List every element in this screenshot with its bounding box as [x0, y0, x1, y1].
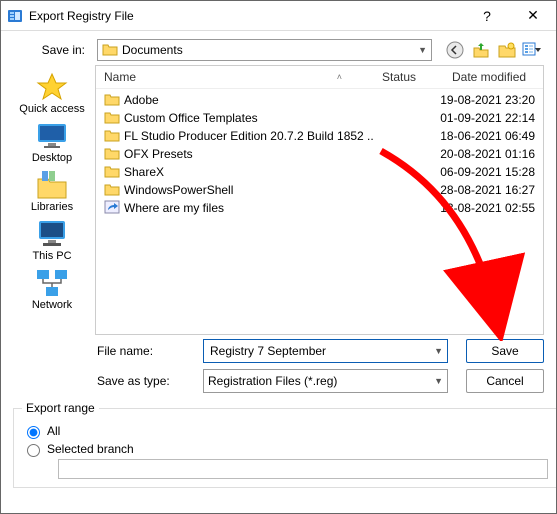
file-name: ShareX — [124, 165, 164, 179]
folder-icon — [104, 128, 120, 145]
range-selected-label: Selected branch — [47, 442, 134, 456]
file-name: WindowsPowerShell — [124, 183, 233, 197]
file-row[interactable]: Custom Office Templates 01-09-2021 22:14 — [104, 109, 535, 127]
back-button[interactable] — [444, 40, 466, 60]
file-name: OFX Presets — [124, 147, 193, 161]
place-label: Network — [32, 299, 72, 311]
help-button[interactable]: ? — [464, 1, 510, 31]
file-list-body[interactable]: Adobe 19-08-2021 23:20 Custom Office Templ… — [96, 89, 543, 334]
uplevel-button[interactable] — [470, 40, 492, 60]
column-date[interactable]: Date modified — [452, 70, 543, 84]
file-row[interactable]: OFX Presets 20-08-2021 01:16 — [104, 145, 535, 163]
export-registry-dialog: Export Registry File ? ✕ Save in: Docume… — [0, 0, 557, 514]
branch-input[interactable] — [58, 459, 548, 479]
newfolder-button[interactable] — [496, 40, 518, 60]
sort-indicator-icon: ˄ — [337, 72, 382, 82]
file-name: Adobe — [124, 93, 159, 107]
file-row[interactable]: WindowsPowerShell 28-08-2021 16:27 — [104, 181, 535, 199]
chevron-down-icon: ▼ — [434, 346, 443, 356]
folder-icon — [102, 42, 118, 59]
navigation-toolbar — [438, 40, 544, 60]
place-label: Quick access — [19, 103, 84, 115]
place-label: Libraries — [31, 201, 73, 213]
export-range-legend: Export range — [22, 401, 99, 415]
file-name: FL Studio Producer Edition 20.7.2 Build … — [124, 129, 373, 143]
folder-icon — [104, 146, 120, 163]
filename-input[interactable] — [208, 344, 434, 358]
saveastype-value: Registration Files (*.reg) — [208, 374, 337, 388]
filename-label: File name: — [97, 344, 197, 358]
folder-icon — [104, 182, 120, 199]
file-date: 13-08-2021 02:55 — [440, 201, 535, 215]
file-list-header: Name˄ Status Date modified — [96, 66, 543, 89]
column-status[interactable]: Status — [382, 70, 452, 84]
file-row[interactable]: Where are my files 13-08-2021 02:55 — [104, 199, 535, 217]
savein-label: Save in: — [13, 43, 91, 57]
place-star[interactable]: Quick access — [13, 69, 91, 117]
savein-value: Documents — [122, 43, 183, 57]
place-thispc[interactable]: This PC — [13, 216, 91, 264]
file-row[interactable]: FL Studio Producer Edition 20.7.2 Build … — [104, 127, 535, 145]
place-network[interactable]: Network — [13, 265, 91, 313]
file-date: 28-08-2021 16:27 — [440, 183, 535, 197]
viewmenu-button[interactable] — [522, 40, 544, 60]
export-range-group: Export range All Selected branch — [13, 401, 557, 488]
range-all-radio[interactable] — [27, 426, 40, 439]
places-bar: Quick access Desktop Libraries This PC Netwo… — [13, 65, 91, 335]
file-date: 20-08-2021 01:16 — [440, 147, 535, 161]
file-row[interactable]: Adobe 19-08-2021 23:20 — [104, 91, 535, 109]
file-date: 18-06-2021 06:49 — [440, 129, 535, 143]
folder-icon — [104, 110, 120, 127]
file-list: Name˄ Status Date modified Adobe 19-08-20… — [95, 65, 544, 335]
registry-icon — [7, 8, 23, 24]
place-desktop[interactable]: Desktop — [13, 118, 91, 166]
file-row[interactable]: ShareX 06-09-2021 15:28 — [104, 163, 535, 181]
range-all-row[interactable]: All — [22, 423, 548, 439]
range-selected-radio[interactable] — [27, 444, 40, 457]
file-date: 06-09-2021 15:28 — [440, 165, 535, 179]
column-name[interactable]: Name˄ — [104, 70, 382, 84]
place-label: This PC — [32, 250, 71, 262]
saveastype-combo[interactable]: Registration Files (*.reg) ▼ — [203, 369, 448, 393]
place-label: Desktop — [32, 152, 72, 164]
titlebar: Export Registry File ? ✕ — [1, 1, 556, 31]
saveastype-label: Save as type: — [97, 374, 197, 388]
file-name: Custom Office Templates — [124, 111, 258, 125]
window-title: Export Registry File — [29, 9, 464, 23]
folder-icon — [104, 164, 120, 181]
range-all-label: All — [47, 424, 60, 438]
close-button[interactable]: ✕ — [510, 1, 556, 31]
range-selected-row[interactable]: Selected branch — [22, 441, 548, 457]
chevron-down-icon: ▼ — [434, 376, 443, 386]
place-libraries[interactable]: Libraries — [13, 167, 91, 215]
savein-dropdown[interactable]: Documents ▼ — [97, 39, 432, 61]
shortcut-icon — [104, 200, 120, 217]
filename-combo[interactable]: ▼ — [203, 339, 448, 363]
chevron-down-icon: ▼ — [418, 45, 427, 55]
file-name: Where are my files — [124, 201, 224, 215]
file-date: 19-08-2021 23:20 — [440, 93, 535, 107]
cancel-button[interactable]: Cancel — [466, 369, 544, 393]
folder-icon — [104, 92, 120, 109]
savein-row: Save in: Documents ▼ — [1, 31, 556, 65]
file-date: 01-09-2021 22:14 — [440, 111, 535, 125]
save-button[interactable]: Save — [466, 339, 544, 363]
